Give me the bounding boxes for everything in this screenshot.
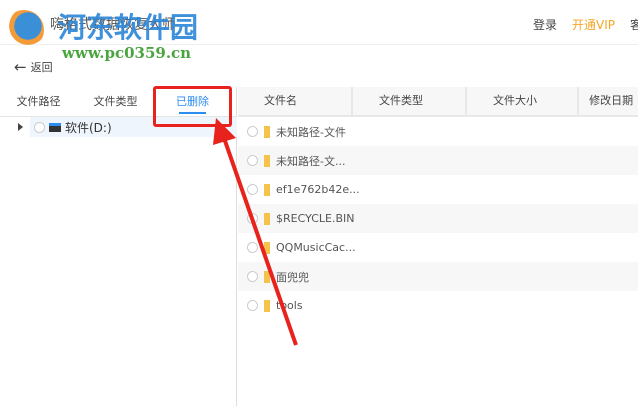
- annotation-arrow-icon: [213, 118, 298, 346]
